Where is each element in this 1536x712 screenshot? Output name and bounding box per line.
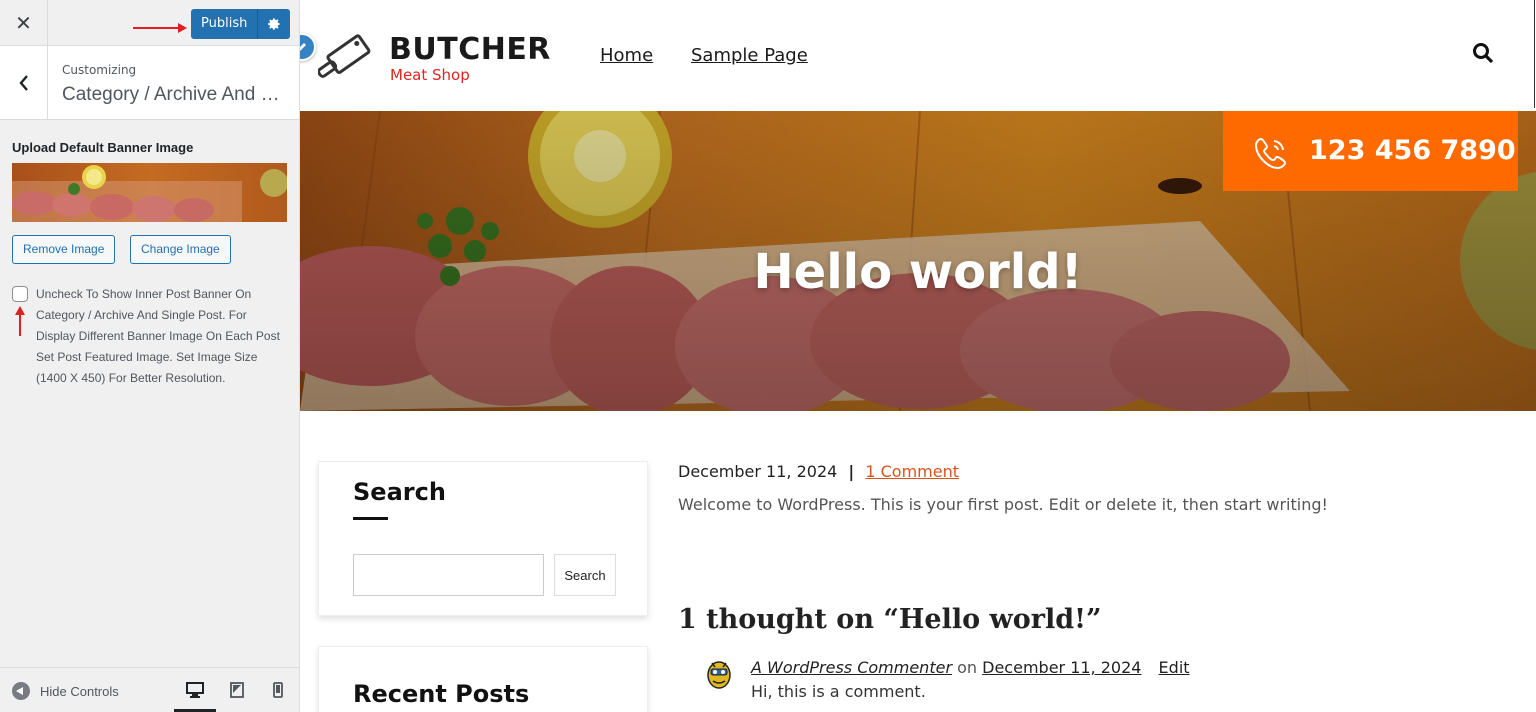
pencil-icon (300, 43, 306, 51)
comment-author-link[interactable]: A WordPress Commenter (751, 658, 952, 677)
tablet-icon (230, 682, 244, 698)
preview-tablet-button[interactable] (224, 678, 250, 702)
collapse-icon (12, 682, 30, 700)
post-date: December 11, 2024 (678, 462, 838, 481)
banner-thumbnail (12, 163, 287, 222)
search-widget-title: Search (353, 478, 446, 506)
comments-link[interactable]: 1 Comment (865, 462, 959, 481)
customizing-label: Customizing (62, 63, 137, 77)
publish-button[interactable]: Publish (191, 9, 259, 39)
customizer-sidebar: ✕ Publish Customizing Category / Archive… (0, 0, 300, 712)
header-edge-line (1534, 0, 1535, 108)
publish-group: Publish (191, 9, 291, 39)
commenter-avatar (707, 661, 731, 689)
annotation-arrow-right (133, 23, 187, 33)
mobile-icon (273, 682, 283, 698)
comment-meta: A WordPress Commenter on December 11, 20… (751, 658, 1190, 677)
change-image-button[interactable]: Change Image (130, 235, 231, 264)
search-widget: Search Search (318, 461, 648, 616)
search-icon[interactable] (1472, 42, 1494, 64)
comment-date-link[interactable]: December 11, 2024 (982, 658, 1141, 677)
gear-icon (268, 18, 280, 30)
annotation-arrow-up (15, 306, 25, 336)
post-excerpt: Welcome to WordPress. This is your first… (678, 495, 1328, 514)
comment-text: Hi, this is a comment. (751, 682, 926, 701)
banner-checkbox[interactable] (12, 286, 28, 302)
back-button[interactable] (0, 46, 48, 119)
section-header: Customizing Category / Archive And Singl… (0, 46, 299, 120)
recent-posts-widget: Recent Posts (318, 646, 648, 712)
preview-desktop-button[interactable] (182, 678, 208, 702)
close-icon: ✕ (15, 11, 32, 35)
control-title: Upload Default Banner Image (12, 140, 194, 155)
nav-sample-page[interactable]: Sample Page (691, 45, 808, 66)
phone-cta[interactable]: 123 456 7890 (1223, 111, 1518, 191)
search-button[interactable]: Search (554, 554, 616, 596)
search-input[interactable] (353, 554, 544, 596)
comments-heading: 1 thought on “Hello world!” (678, 604, 1102, 635)
site-tagline: Meat Shop (390, 66, 470, 84)
customizer-footer: Hide Controls (0, 667, 299, 712)
site-brand[interactable]: BUTCHER (389, 32, 551, 67)
nav-home[interactable]: Home (600, 45, 653, 66)
chevron-left-icon (18, 74, 28, 91)
customizer-header: ✕ Publish (0, 0, 299, 46)
publish-settings-button[interactable] (258, 9, 291, 39)
title-underline (353, 517, 388, 520)
close-customizer-button[interactable]: ✕ (0, 0, 48, 46)
cleaver-logo-icon (318, 34, 371, 78)
comment-edit-link[interactable]: Edit (1159, 658, 1190, 677)
remove-image-button[interactable]: Remove Image (12, 235, 116, 264)
preview-mobile-button[interactable] (265, 678, 291, 702)
post-meta: December 11, 2024 | 1 Comment (678, 462, 959, 481)
comment-on-label: on (957, 658, 978, 677)
desktop-icon (186, 682, 204, 698)
hide-controls-label: Hide Controls (40, 683, 119, 699)
meta-separator: | (848, 462, 855, 481)
recent-posts-title: Recent Posts (353, 680, 530, 708)
hide-controls-button[interactable]: Hide Controls (12, 682, 119, 700)
edit-shortcut-button[interactable] (300, 33, 316, 61)
checkbox-description: Uncheck To Show Inner Post Banner On Cat… (36, 287, 280, 385)
site-preview: BUTCHER Meat Shop Home Sample Page Hello… (300, 0, 1536, 712)
phone-number: 123 456 7890 (1309, 135, 1516, 166)
section-title: Category / Archive And Single Post (62, 84, 292, 105)
phone-icon (1254, 137, 1287, 170)
hero-title: Hello world! (753, 244, 1083, 300)
